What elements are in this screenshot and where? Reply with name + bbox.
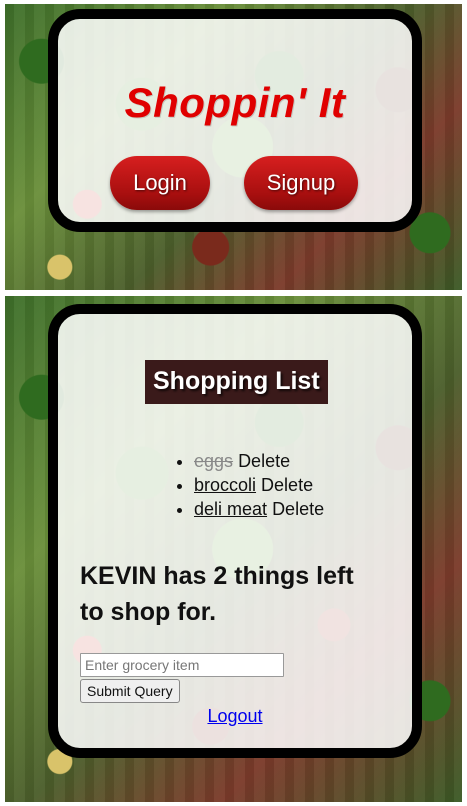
- submit-query-button[interactable]: Submit Query: [80, 679, 180, 703]
- grocery-item-input[interactable]: [80, 653, 284, 677]
- list-item: deli meat Delete: [194, 497, 324, 521]
- item-name[interactable]: deli meat: [194, 499, 267, 519]
- landing-card: Shoppin' It Login Signup: [48, 9, 422, 232]
- items-remaining-summary: KEVIN has 2 things left to shop for.: [80, 562, 354, 626]
- logout-container: Logout: [58, 706, 412, 727]
- delete-button[interactable]: Delete: [238, 451, 290, 471]
- brand-title: Shoppin' It: [124, 79, 346, 126]
- shopping-list-card: Shopping List eggs Delete broccoli Delet…: [48, 304, 422, 758]
- shopping-list: eggs Delete broccoli Delete deli meat De…: [174, 449, 324, 521]
- item-name[interactable]: eggs: [194, 451, 233, 471]
- delete-button[interactable]: Delete: [272, 499, 324, 519]
- list-item: broccoli Delete: [194, 473, 324, 497]
- item-name[interactable]: broccoli: [194, 475, 256, 495]
- login-button[interactable]: Login: [110, 156, 210, 210]
- list-item: eggs Delete: [194, 449, 324, 473]
- logout-link[interactable]: Logout: [207, 706, 262, 726]
- signup-button[interactable]: Signup: [244, 156, 358, 210]
- shopping-list-title: Shopping List: [145, 360, 328, 404]
- delete-button[interactable]: Delete: [261, 475, 313, 495]
